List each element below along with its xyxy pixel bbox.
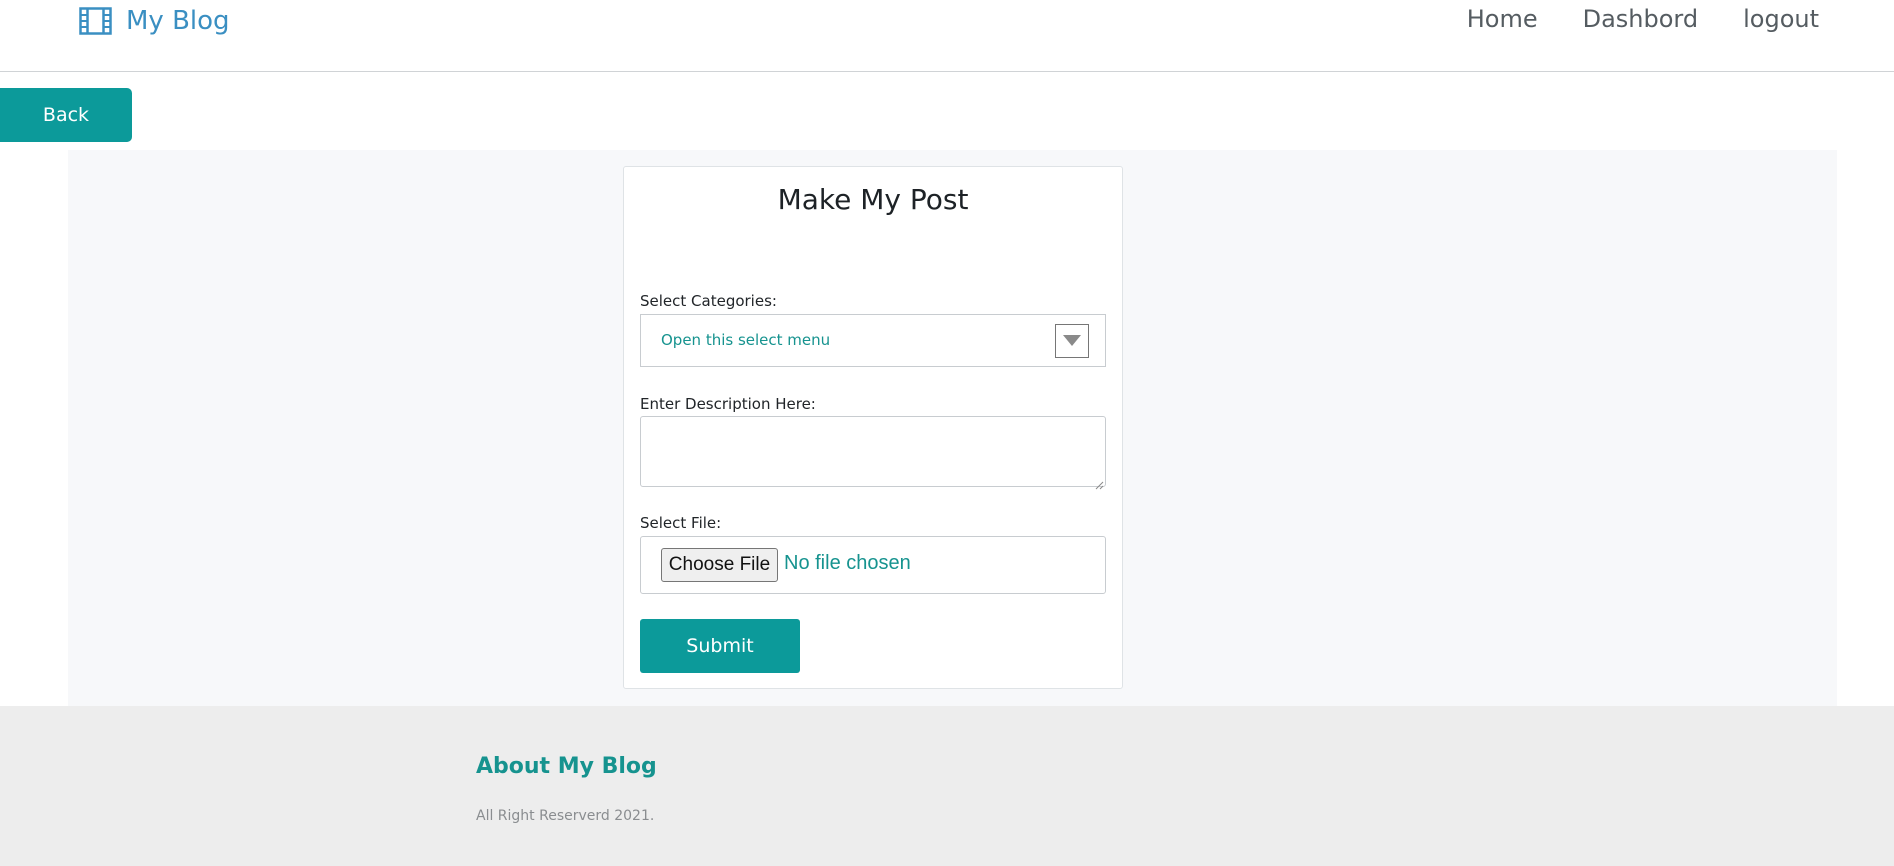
post-form-card: Make My Post Select Categories: Open thi… (623, 166, 1123, 689)
category-label: Select Categories: (640, 292, 777, 310)
form-title: Make My Post (777, 183, 969, 216)
film-icon (79, 7, 112, 35)
category-select-value: Open this select menu (661, 331, 831, 349)
nav-links: Home Dashbord logout (1422, 0, 1819, 38)
choose-file-button[interactable]: Choose File (661, 548, 778, 582)
brand-label: My Blog (126, 6, 230, 36)
back-button[interactable]: Back (0, 88, 132, 142)
nav-link-dashboard[interactable]: Dashbord (1583, 0, 1699, 38)
category-select[interactable]: Open this select menu (640, 314, 1106, 367)
submit-button[interactable]: Submit (640, 619, 800, 673)
footer: About My Blog All Right Reserverd 2021. (0, 706, 1894, 866)
footer-copyright: All Right Reserverd 2021. (476, 808, 655, 824)
nav-link-home[interactable]: Home (1467, 0, 1538, 38)
description-textarea[interactable] (640, 416, 1106, 487)
navbar: My Blog Home Dashbord logout (0, 0, 1894, 72)
file-label: Select File: (640, 514, 722, 532)
nav-link-logout[interactable]: logout (1743, 0, 1819, 38)
footer-title: About My Blog (476, 754, 657, 779)
file-status: No file chosen (784, 552, 911, 574)
brand-link[interactable]: My Blog (79, 3, 230, 39)
file-input[interactable]: Choose File No file chosen (640, 536, 1106, 594)
resize-handle-icon[interactable] (1094, 475, 1104, 490)
description-label: Enter Description Here: (640, 395, 816, 413)
triangle-down-icon[interactable] (1055, 324, 1089, 358)
